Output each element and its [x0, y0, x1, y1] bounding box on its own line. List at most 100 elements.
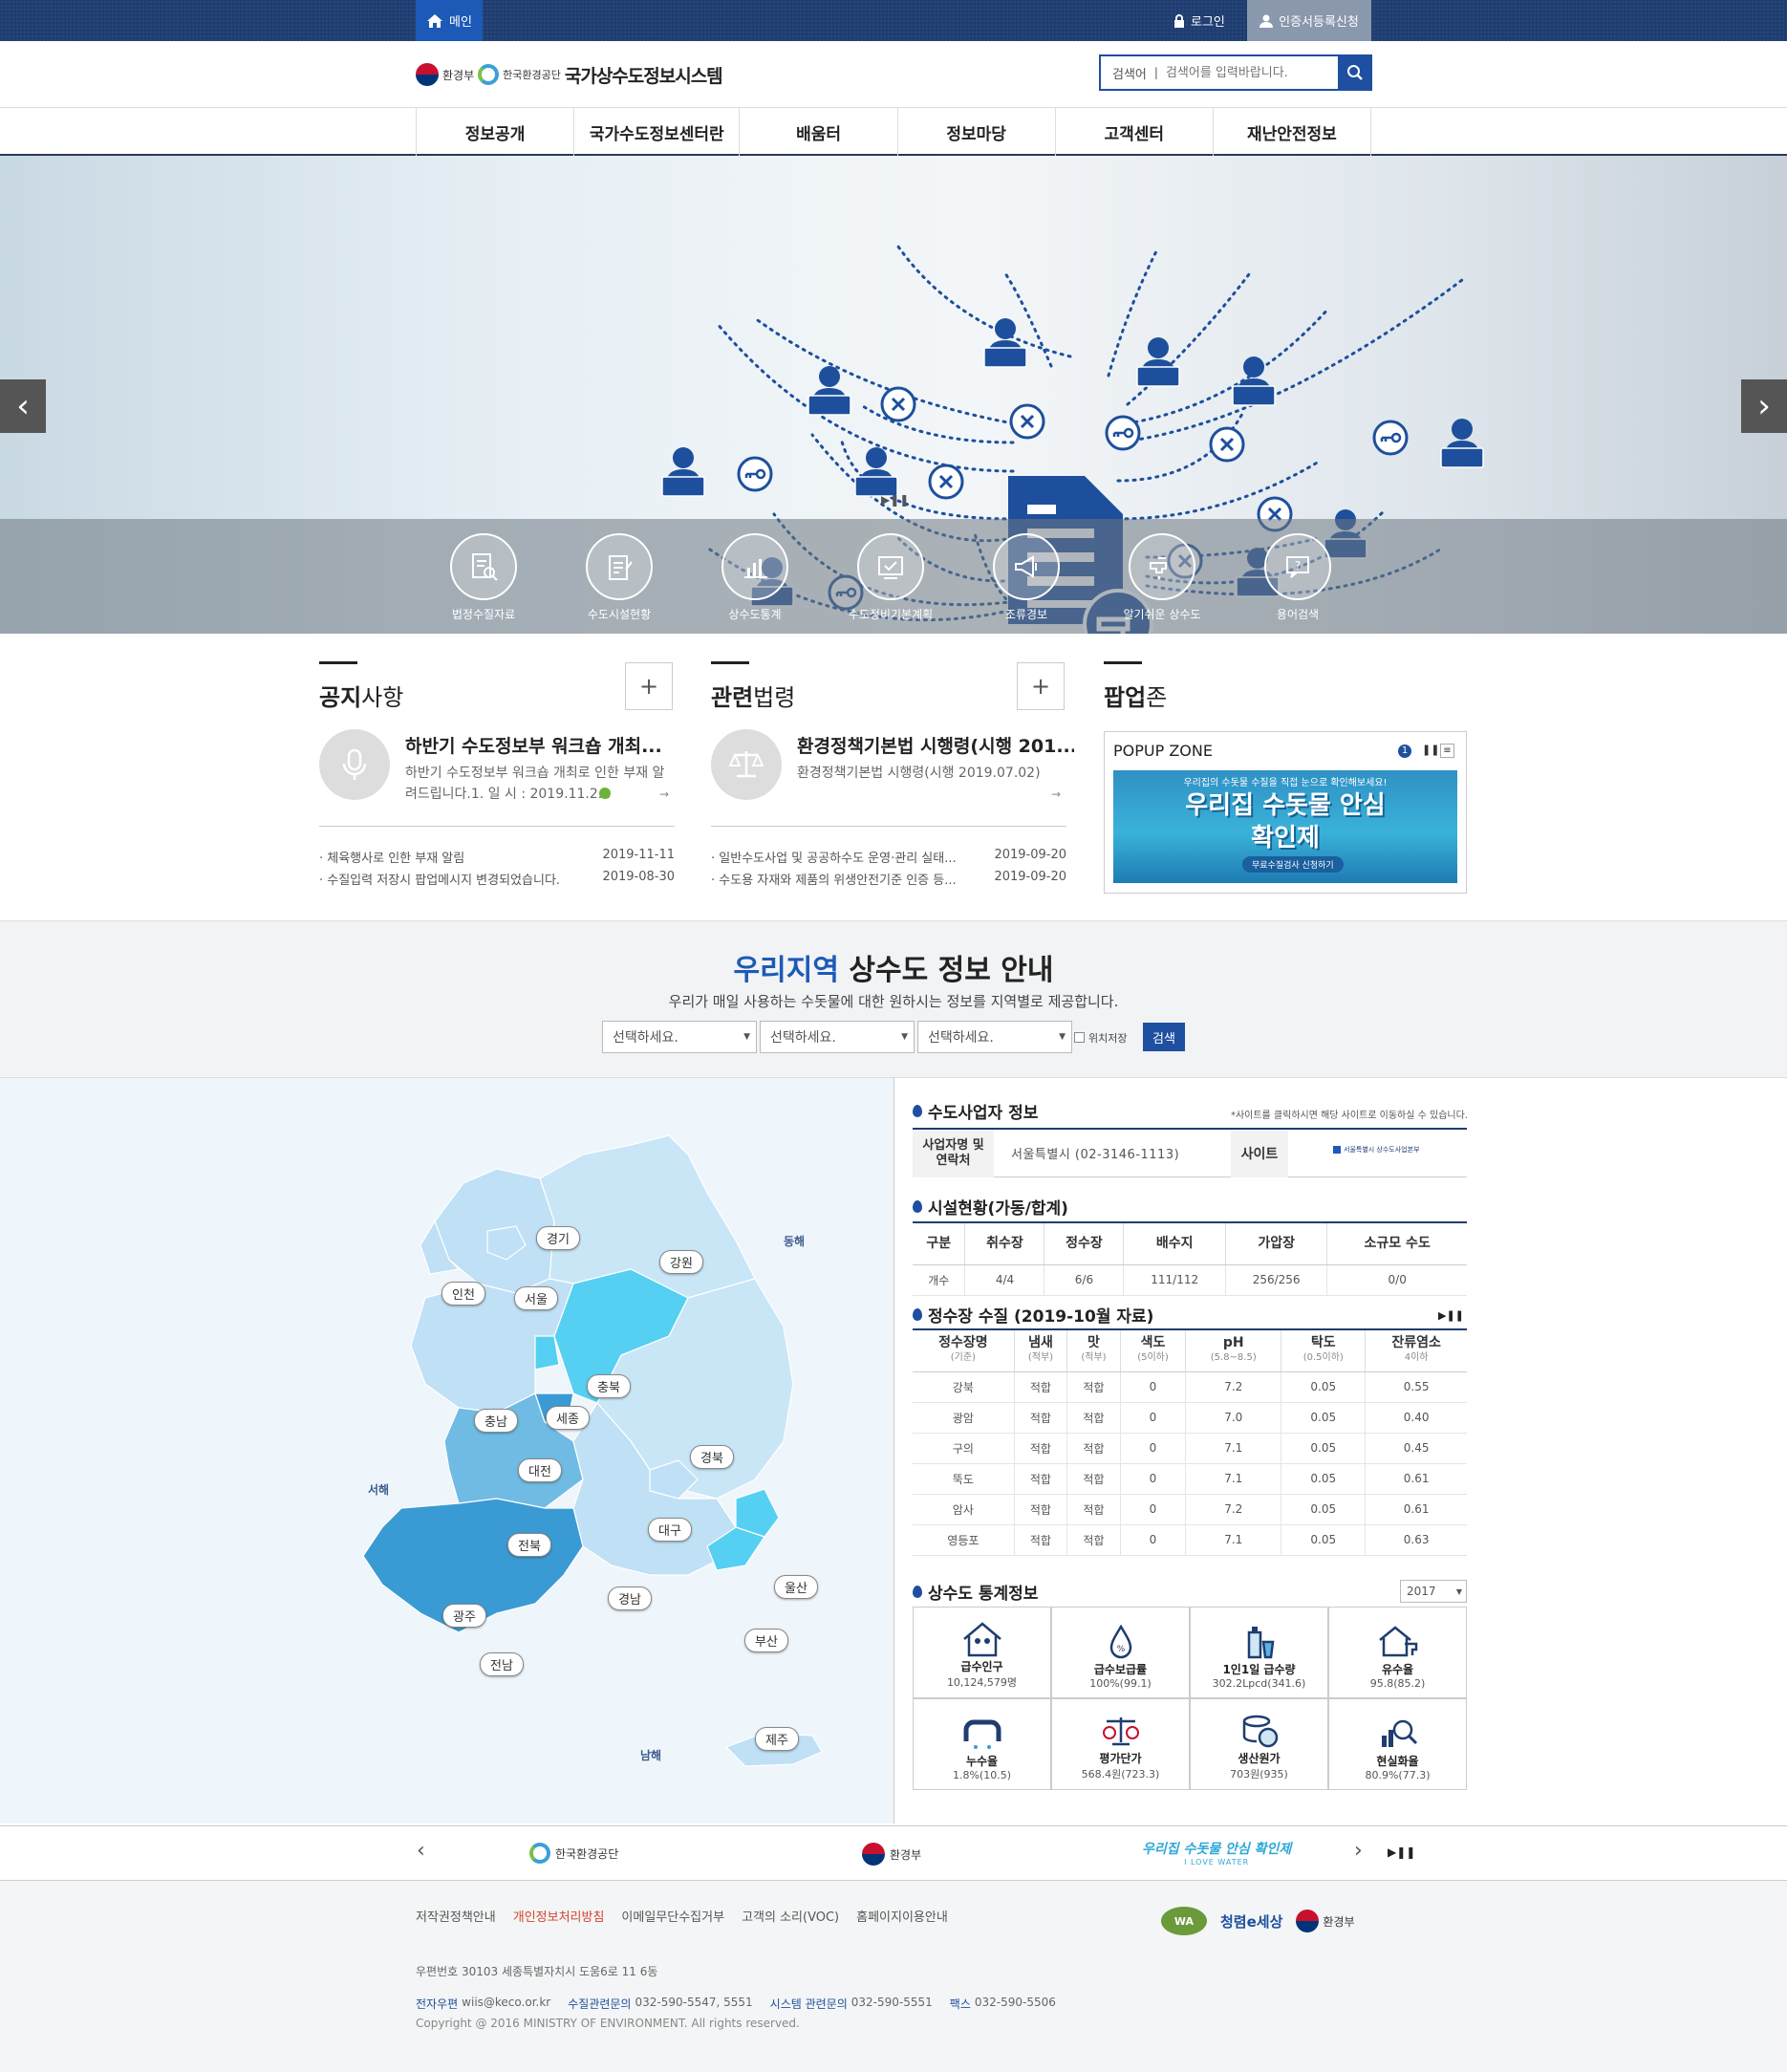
- site-header: [0, 41, 1787, 108]
- footer-link-usage-guide[interactable]: 홈페이지이용안내: [856, 1907, 948, 1925]
- partners-prev-arrow[interactable]: ‹: [417, 1839, 425, 1863]
- quick-link-algae-alert[interactable]: 조류경보: [969, 533, 1084, 622]
- table-row[interactable]: 구의 적합 적합 0 7.1 0.05 0.45: [913, 1433, 1467, 1464]
- map-label-gyeongnam[interactable]: 경남: [608, 1586, 652, 1610]
- city-select[interactable]: 선택하세요. ▼: [760, 1021, 915, 1053]
- list-item[interactable]: · 수질입력 저장시 팝업메시지 변경되었습니다. 2019-08-30: [319, 870, 675, 888]
- stat-served-population[interactable]: 급수인구 10,124,579명: [913, 1607, 1051, 1698]
- hero-next-arrow[interactable]: ›: [1741, 379, 1787, 433]
- table-cell: 강북: [913, 1371, 1015, 1403]
- notice-more-button[interactable]: +: [625, 662, 673, 710]
- partners-next-arrow[interactable]: ›: [1354, 1839, 1363, 1863]
- table-row[interactable]: 암사 적합 적합 0 7.2 0.05 0.61: [913, 1494, 1467, 1525]
- korea-map: [362, 1134, 823, 1767]
- table-header: 소규모 수도: [1326, 1222, 1467, 1265]
- stat-value: 302.2Lpcd(341.6): [1212, 1677, 1306, 1690]
- table-row[interactable]: 영등포 적합 적합 0 7.1 0.05 0.63: [913, 1524, 1467, 1556]
- map-label-chungbuk[interactable]: 충북: [587, 1374, 631, 1398]
- stat-leak-rate[interactable]: 누수율 1.8%(10.5): [913, 1698, 1051, 1790]
- nav-item-center-intro[interactable]: 국가수도정보센터란: [574, 108, 741, 156]
- footer-link-privacy[interactable]: 개인정보처리방침: [513, 1907, 605, 1925]
- nav-item-info-disclosure[interactable]: 정보공개: [417, 108, 575, 156]
- map-label-incheon[interactable]: 인천: [441, 1282, 485, 1306]
- site-logo[interactable]: 환경부 한국환경공단 국가상수도정보시스템: [416, 57, 723, 92]
- footer-email[interactable]: wiis@keco.or.kr: [462, 1996, 550, 2012]
- quick-link-easy-water[interactable]: 알기쉬운 상수도: [1105, 533, 1219, 622]
- home-tab[interactable]: 메인: [416, 0, 483, 41]
- map-label-gwangju[interactable]: 광주: [442, 1604, 486, 1628]
- map-label-chungnam[interactable]: 충남: [474, 1409, 518, 1433]
- law-more-button[interactable]: +: [1017, 662, 1065, 710]
- menu-list-icon[interactable]: ≡: [1440, 744, 1454, 758]
- table-header: 탁도 (0.5이하): [1281, 1329, 1367, 1372]
- region-search-button[interactable]: 검색: [1143, 1023, 1185, 1051]
- save-location-checkbox[interactable]: [1074, 1032, 1085, 1043]
- water-drop-icon: [913, 1200, 922, 1213]
- stat-production-cost[interactable]: 생산원가 703원(935): [1190, 1698, 1328, 1790]
- district-select[interactable]: 선택하세요. ▼: [917, 1021, 1072, 1053]
- house-faucet-icon: [1378, 1626, 1417, 1657]
- map-label-ulsan[interactable]: 울산: [774, 1575, 818, 1599]
- provider-site-link[interactable]: 서울특별시 상수도사업본부: [1333, 1145, 1420, 1155]
- search-input[interactable]: [1165, 65, 1338, 80]
- notice-feature-title[interactable]: 하반기 수도정보부 워크숍 개최...: [405, 732, 682, 758]
- stats-title-text: 상수도 통계정보: [928, 1585, 1039, 1604]
- footer-link-email-refuse[interactable]: 이메일무단수집거부: [621, 1907, 724, 1925]
- map-label-gangwon[interactable]: 강원: [659, 1250, 703, 1274]
- map-label-seoul[interactable]: 서울: [514, 1286, 558, 1310]
- notice-feature-arrow-icon[interactable]: →: [659, 788, 669, 801]
- login-link[interactable]: 로그인: [1173, 0, 1225, 41]
- faucet-icon: [1129, 533, 1195, 600]
- province-select[interactable]: 선택하세요. ▼: [602, 1021, 757, 1053]
- table-row[interactable]: 강북 적합 적합 0 7.2 0.05 0.55: [913, 1371, 1467, 1403]
- list-item[interactable]: · 일반수도사업 및 공공하수도 운영·관리 실태... 2019-09-20: [711, 848, 1066, 866]
- footer-link-voc[interactable]: 고객의 소리(VOC): [742, 1907, 839, 1925]
- popup-banner-button[interactable]: 무료수질검사 신청하기: [1242, 856, 1344, 873]
- table-row[interactable]: 뚝도 적합 적합 0 7.1 0.05 0.61: [913, 1463, 1467, 1495]
- quick-link-statistics[interactable]: 상수도통계: [698, 533, 812, 622]
- map-label-sejong[interactable]: 세종: [546, 1406, 590, 1430]
- nav-item-disaster-safety[interactable]: 재난안전정보: [1214, 108, 1371, 156]
- map-label-gyeonggi[interactable]: 경기: [536, 1226, 580, 1250]
- quick-link-legal-quality[interactable]: 법정수질자료: [426, 533, 541, 622]
- nav-item-learning[interactable]: 배움터: [740, 108, 898, 156]
- map-label-jeju[interactable]: 제주: [755, 1727, 799, 1751]
- partner-me-link[interactable]: 환경부: [862, 1843, 921, 1866]
- partner-keco-link[interactable]: 한국환경공단: [529, 1843, 618, 1864]
- table-header-row: 구분 취수장 정수장 배수지 가압장 소규모 수도: [913, 1222, 1467, 1265]
- table-row[interactable]: 광암 적합 적합 0 7.0 0.05 0.40: [913, 1402, 1467, 1434]
- divider: [319, 826, 675, 827]
- list-item[interactable]: · 수도용 자재와 제품의 위생안전기준 인증 등... 2019-09-20: [711, 870, 1066, 888]
- footer-link-copyright[interactable]: 저작권정책안내: [416, 1907, 496, 1925]
- quick-link-master-plan[interactable]: 수도정비기본계획: [833, 533, 948, 622]
- list-item[interactable]: · 체육행사로 인한 부재 알림 2019-11-11: [319, 848, 675, 866]
- stat-realization-rate[interactable]: 현실화율 80.9%(77.3): [1328, 1698, 1467, 1790]
- stat-supply-rate[interactable]: % 급수보급률 100%(99.1): [1051, 1607, 1190, 1698]
- nav-item-customer-center[interactable]: 고객센터: [1056, 108, 1214, 156]
- partners-play-pause[interactable]: ▶❚❚: [1388, 1845, 1415, 1859]
- quality-play-pause[interactable]: ▶❚❚: [1438, 1309, 1464, 1322]
- search-button[interactable]: [1338, 54, 1372, 91]
- hero-prev-arrow[interactable]: ‹: [0, 379, 46, 433]
- map-label-jeonbuk[interactable]: 전북: [507, 1533, 551, 1557]
- quick-link-facilities[interactable]: 수도시설현황: [562, 533, 677, 622]
- law-feature-arrow-icon[interactable]: →: [1051, 788, 1061, 801]
- map-label-busan[interactable]: 부산: [744, 1629, 788, 1652]
- quick-link-glossary[interactable]: ? 용어검색: [1240, 533, 1355, 622]
- hero-play-pause[interactable]: ▶❚❚: [881, 493, 909, 507]
- stats-year-select[interactable]: 2017 ▼: [1400, 1580, 1467, 1603]
- stat-daily-usage[interactable]: 1인1일 급수량 302.2Lpcd(341.6): [1190, 1607, 1328, 1698]
- map-label-daegu[interactable]: 대구: [648, 1518, 692, 1542]
- nav-item-info-plaza[interactable]: 정보마당: [898, 108, 1056, 156]
- map-label-jeonnam[interactable]: 전남: [480, 1652, 524, 1676]
- pause-icon[interactable]: ❚❚: [1422, 744, 1439, 756]
- map-label-daejeon[interactable]: 대전: [518, 1458, 562, 1482]
- stat-avg-price[interactable]: 평가단가 568.4원(723.3): [1051, 1698, 1190, 1790]
- stat-revenue-water[interactable]: 유수율 95.8(85.2): [1328, 1607, 1467, 1698]
- popup-page-indicator[interactable]: 1: [1398, 745, 1411, 758]
- footer-sys-tel: 032-590-5551: [850, 1996, 933, 2009]
- partner-safe-water-link[interactable]: 우리집 수돗물 안심 확인제 I LOVE WATER: [1142, 1839, 1291, 1867]
- certificate-register-link[interactable]: 인증서등록신청: [1247, 0, 1371, 41]
- map-label-gyeongbuk[interactable]: 경북: [690, 1445, 734, 1469]
- law-feature-title[interactable]: 환경정책기본법 시행령(시행 201...: [797, 732, 1074, 758]
